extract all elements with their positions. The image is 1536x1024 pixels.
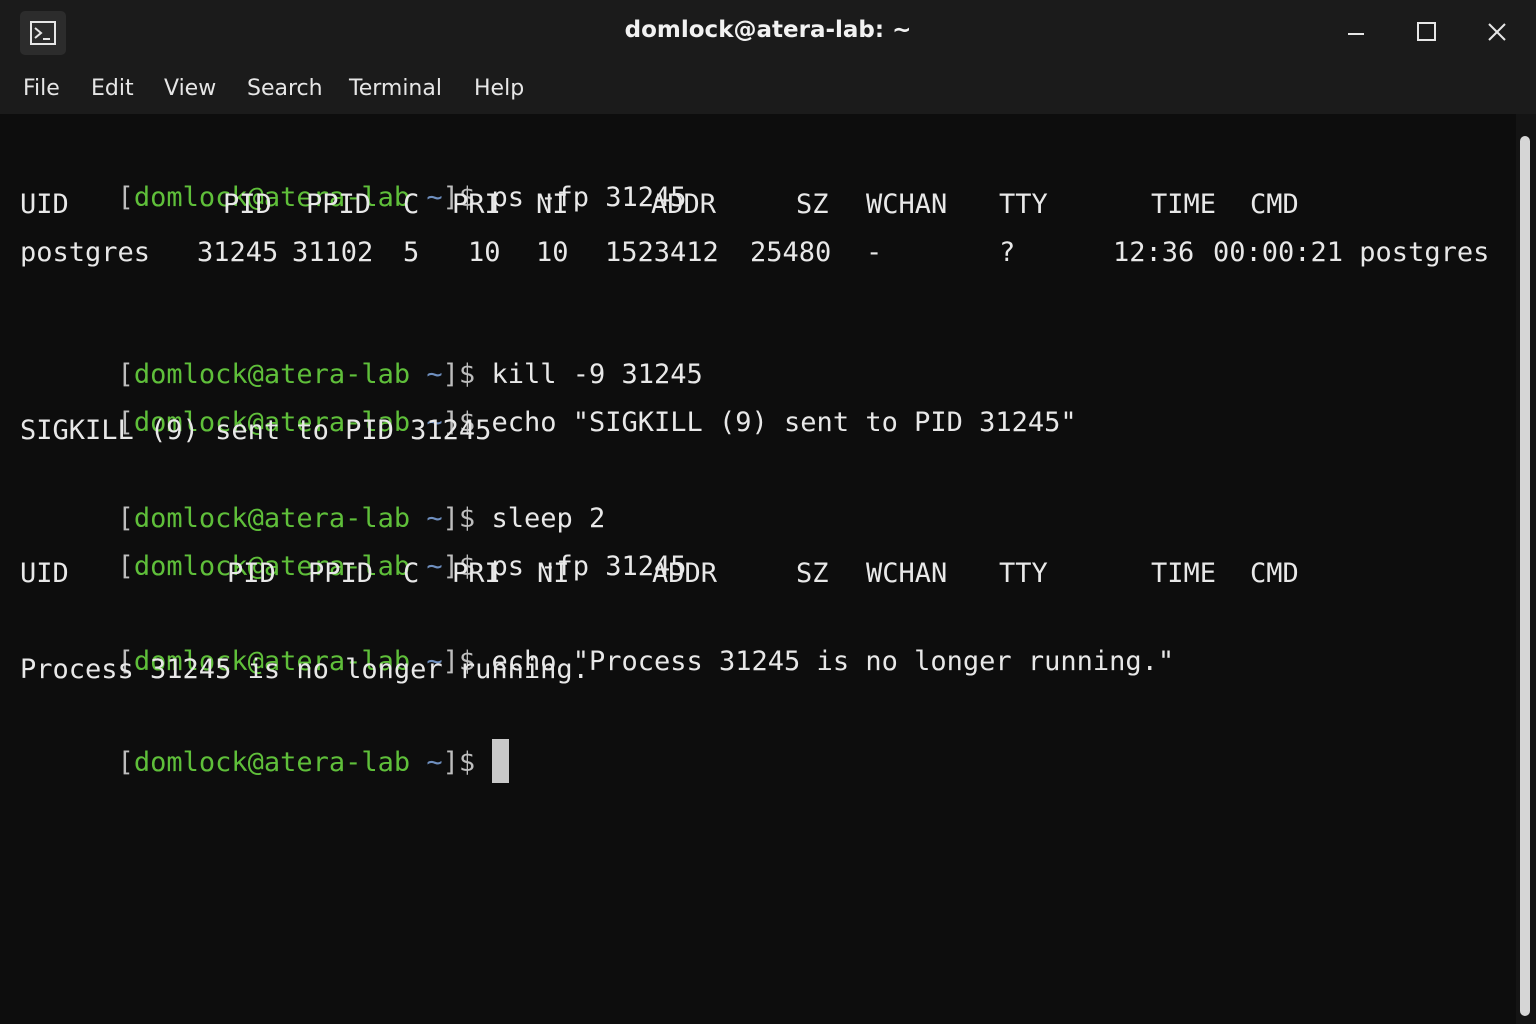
cell-wchan: - — [866, 237, 883, 268]
prompt-open: [ — [117, 747, 134, 778]
ps-header-row: UID PID PPID C PRI NI ADDR SZ WCHAN TTY … — [0, 554, 1516, 594]
maximize-button[interactable] — [1410, 16, 1442, 48]
header-c: C — [403, 189, 420, 220]
prompt-line: [domlock@atera-lab ~]$ kill -9 31245 — [20, 315, 703, 390]
header-ni: NI — [537, 558, 570, 589]
vertical-scrollbar[interactable] — [1516, 114, 1536, 1024]
command-text: echo "Process 31245 is no longer running… — [491, 646, 1175, 677]
window-title: domlock@atera-lab: ~ — [624, 17, 912, 43]
cell-ni: 10 — [536, 237, 569, 268]
prompt-line: [domlock@atera-lab ~]$ ps -fp 31245 — [20, 138, 687, 213]
header-uid: UID — [20, 189, 69, 220]
prompt-line: [domlock@atera-lab ~]$ sleep 2 — [20, 459, 606, 534]
cell-c: 5 — [403, 237, 420, 268]
prompt-dir: ~ — [410, 747, 443, 778]
title-bar[interactable]: domlock@atera-lab: ~ — [0, 0, 1536, 64]
header-pri: PRI — [452, 189, 501, 220]
header-pid: PID — [227, 558, 276, 589]
header-ppid: PPID — [308, 558, 374, 589]
cell-pid: 31245 — [197, 237, 279, 268]
header-wchan: WCHAN — [866, 189, 948, 220]
scrollbar-thumb[interactable] — [1520, 136, 1530, 1016]
cell-pri: 10 — [468, 237, 501, 268]
command-output: Process 31245 is no longer running. — [20, 654, 589, 685]
active-prompt-line[interactable]: [domlock@atera-lab ~]$ — [20, 699, 510, 783]
prompt-line: [domlock@atera-lab ~]$ echo "SIGKILL (9)… — [20, 363, 1077, 438]
cell-tty: ? — [999, 237, 1016, 268]
prompt-close: ]$ — [442, 747, 492, 778]
menu-help[interactable]: Help — [474, 76, 524, 101]
terminal-window: domlock@atera-lab: ~ File Edit View Sear… — [0, 0, 1536, 1024]
menu-bar: File Edit View Search Terminal Help — [0, 64, 1536, 114]
header-cmd: CMD — [1250, 558, 1299, 589]
header-tty: TTY — [999, 189, 1048, 220]
command-output: SIGKILL (9) sent to PID 31245 — [20, 415, 492, 446]
header-addr: ADDR — [651, 189, 717, 220]
header-wchan: WCHAN — [866, 558, 948, 589]
close-button[interactable] — [1481, 16, 1513, 48]
header-ppid: PPID — [306, 189, 372, 220]
header-addr: ADDR — [652, 558, 718, 589]
header-pri: PRI — [452, 558, 501, 589]
cell-sz: 25480 — [750, 237, 832, 268]
menu-search[interactable]: Search — [247, 76, 323, 101]
maximize-icon — [1417, 22, 1436, 41]
text-cursor — [492, 739, 510, 783]
ps-header-row: UID PID PPID C PRI NI ADDR SZ WCHAN TTY … — [0, 185, 1516, 225]
command-text: echo "SIGKILL (9) sent to PID 31245" — [491, 407, 1077, 438]
header-sz: SZ — [796, 558, 829, 589]
cell-addr: 1523412 — [605, 237, 719, 268]
menu-edit[interactable]: Edit — [91, 76, 134, 101]
header-ni: NI — [536, 189, 569, 220]
menu-terminal[interactable]: Terminal — [349, 76, 442, 101]
header-pid: PID — [223, 189, 272, 220]
header-c: C — [403, 558, 420, 589]
prompt-line: [domlock@atera-lab ~]$ echo "Process 312… — [20, 602, 1175, 677]
header-sz: SZ — [796, 189, 829, 220]
cell-stime: 12:36 — [1113, 237, 1195, 268]
cell-ppid: 31102 — [292, 237, 374, 268]
close-icon — [1488, 23, 1506, 41]
prompt-line: [domlock@atera-lab ~]$ ps -fp 31245 — [20, 507, 687, 582]
terminal-output-area[interactable]: [domlock@atera-lab ~]$ ps -fp 31245 UID … — [0, 114, 1516, 1024]
cell-time-cmd: 00:00:21 postgres — [1213, 237, 1490, 268]
header-uid: UID — [20, 558, 69, 589]
header-tty: TTY — [999, 558, 1048, 589]
minimize-button[interactable] — [1340, 16, 1372, 48]
minimize-icon — [1348, 33, 1364, 35]
menu-file[interactable]: File — [23, 76, 60, 101]
ps-data-row: postgres 31245 31102 5 10 10 1523412 254… — [0, 233, 1516, 273]
menu-view[interactable]: View — [164, 76, 216, 101]
header-time: TIME — [1151, 189, 1217, 220]
cell-uid: postgres — [20, 237, 151, 268]
header-time: TIME — [1151, 558, 1217, 589]
prompt-user-host: domlock@atera-lab — [133, 747, 411, 778]
header-cmd: CMD — [1250, 189, 1299, 220]
